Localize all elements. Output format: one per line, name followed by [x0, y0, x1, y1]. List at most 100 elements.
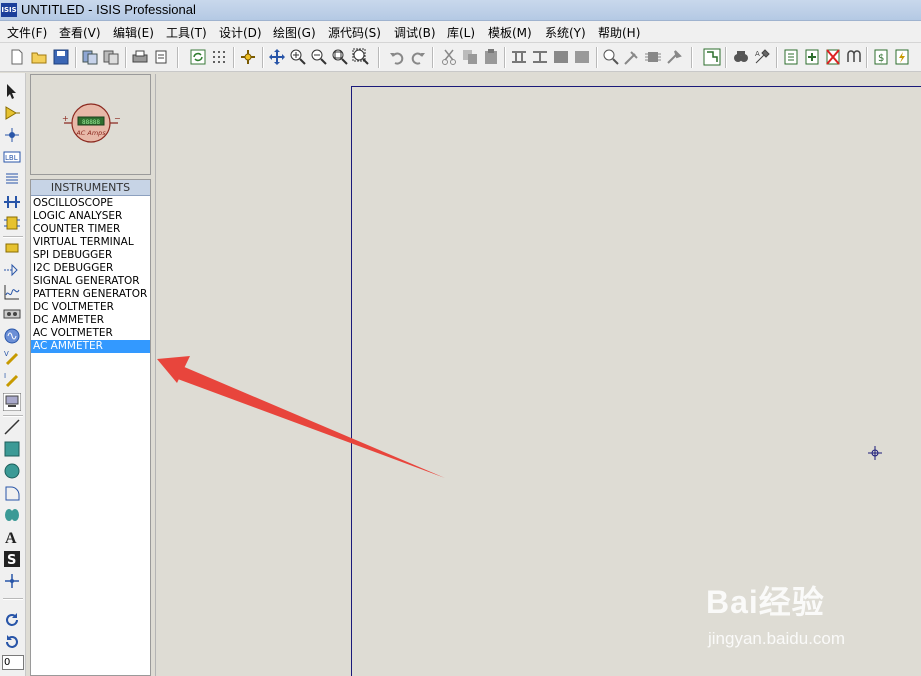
list-item-selected[interactable]: AC AMMETER	[31, 340, 150, 353]
svg-text:A: A	[755, 50, 760, 58]
voltage-probe-icon[interactable]: V	[3, 349, 21, 367]
add-sheet-icon[interactable]	[803, 48, 821, 66]
instrument-list: OSCILLOSCOPE LOGIC ANALYSER COUNTER TIME…	[31, 196, 150, 353]
menu-file[interactable]: 文件(F)	[7, 24, 47, 41]
menu-tools[interactable]: 工具(T)	[166, 24, 207, 41]
path-tool-icon[interactable]	[3, 506, 21, 524]
separator	[3, 415, 23, 417]
text-tool-icon[interactable]: A	[3, 528, 21, 546]
open-folder-icon[interactable]	[30, 48, 48, 66]
copy-icon[interactable]	[461, 48, 479, 66]
rotate-anticlockwise-icon[interactable]	[3, 633, 21, 651]
block-delete-icon[interactable]	[573, 48, 591, 66]
box-tool-icon[interactable]	[3, 440, 21, 458]
block-copy-icon[interactable]	[510, 48, 528, 66]
list-item[interactable]: PATTERN GENERATOR	[31, 288, 150, 301]
refresh-icon[interactable]	[189, 48, 207, 66]
menu-debug[interactable]: 调试(B)	[394, 24, 436, 41]
terminals-mode-icon[interactable]	[3, 239, 21, 257]
new-file-icon[interactable]	[8, 48, 26, 66]
minus-terminal-icon: −	[114, 114, 121, 123]
svg-text:LBL: LBL	[5, 154, 18, 162]
symbol-tool-icon[interactable]: S	[3, 550, 21, 568]
zoom-in-icon[interactable]	[289, 48, 307, 66]
text-script-icon[interactable]	[3, 170, 21, 188]
paste-icon[interactable]	[482, 48, 500, 66]
ac-ammeter-preview-symbol: 88888 AC Amps + −	[62, 103, 121, 143]
list-item[interactable]: COUNTER TIMER	[31, 223, 150, 236]
list-item[interactable]: DC AMMETER	[31, 314, 150, 327]
menu-library[interactable]: 库(L)	[447, 24, 475, 41]
zoom-out-icon[interactable]	[310, 48, 328, 66]
menu-source[interactable]: 源代码(S)	[328, 24, 381, 41]
save-icon[interactable]	[52, 48, 70, 66]
selection-mode-icon[interactable]	[3, 82, 21, 100]
cut-icon[interactable]	[440, 48, 458, 66]
separator	[866, 47, 868, 68]
undo-icon[interactable]	[388, 48, 406, 66]
rotation-angle-field[interactable]: 0	[2, 655, 24, 670]
electrical-rule-check-icon[interactable]	[893, 48, 911, 66]
generator-mode-icon[interactable]	[3, 327, 21, 345]
device-pins-icon[interactable]	[3, 261, 21, 279]
decompose-icon[interactable]	[665, 48, 683, 66]
package-tool-icon[interactable]	[644, 48, 662, 66]
wire-autorouter-icon[interactable]	[703, 48, 721, 66]
menu-design[interactable]: 设计(D)	[219, 24, 262, 41]
bus-icon[interactable]	[3, 192, 21, 210]
origin-icon[interactable]	[239, 48, 257, 66]
junction-dot-icon[interactable]	[3, 126, 21, 144]
zoom-all-icon[interactable]	[331, 48, 349, 66]
print-icon[interactable]	[131, 48, 149, 66]
component-mode-icon[interactable]	[3, 104, 21, 122]
redo-icon[interactable]	[409, 48, 427, 66]
graph-mode-icon[interactable]	[3, 283, 21, 301]
pan-icon[interactable]	[268, 48, 286, 66]
list-item[interactable]: VIRTUAL TERMINAL	[31, 236, 150, 249]
search-tag-icon[interactable]	[732, 48, 750, 66]
list-item[interactable]: AC VOLTMETER	[31, 327, 150, 340]
line-tool-icon[interactable]	[3, 418, 21, 436]
make-device-icon[interactable]	[623, 48, 641, 66]
export-icon[interactable]	[102, 48, 120, 66]
print-area-icon[interactable]	[152, 48, 170, 66]
menu-template[interactable]: 模板(M)	[488, 24, 532, 41]
rotate-clockwise-icon[interactable]	[3, 611, 21, 629]
property-tool-icon[interactable]: A	[753, 48, 771, 66]
list-item[interactable]: OSCILLOSCOPE	[31, 197, 150, 210]
list-item[interactable]: SIGNAL GENERATOR	[31, 275, 150, 288]
list-item[interactable]: SPI DEBUGGER	[31, 249, 150, 262]
pick-device-icon[interactable]	[602, 48, 620, 66]
list-item[interactable]: LOGIC ANALYSER	[31, 210, 150, 223]
bill-of-materials-icon[interactable]: $	[872, 48, 890, 66]
zoom-area-icon[interactable]	[352, 48, 370, 66]
marker-tool-icon[interactable]	[3, 572, 21, 590]
mode-toolbar: LBL V I A S	[0, 73, 26, 676]
menu-edit[interactable]: 编辑(E)	[113, 24, 154, 41]
list-item[interactable]: DC VOLTMETER	[31, 301, 150, 314]
svg-text:I: I	[4, 372, 6, 380]
wire-label-icon[interactable]: LBL	[3, 148, 21, 166]
import-icon[interactable]	[81, 48, 99, 66]
block-move-icon[interactable]	[531, 48, 549, 66]
menu-graph[interactable]: 绘图(G)	[273, 24, 316, 41]
new-sheet-icon[interactable]	[782, 48, 800, 66]
overview-preview[interactable]: 88888 AC Amps + −	[30, 74, 151, 175]
list-item[interactable]: I2C DEBUGGER	[31, 262, 150, 275]
menu-view[interactable]: 查看(V)	[59, 24, 101, 41]
separator	[432, 47, 434, 68]
goto-sheet-icon[interactable]	[845, 48, 863, 66]
svg-text:A: A	[5, 530, 17, 546]
arc-tool-icon[interactable]	[3, 484, 21, 502]
watermark-logo: Bai经验	[706, 584, 825, 620]
block-rotate-icon[interactable]	[552, 48, 570, 66]
grid-icon[interactable]	[210, 48, 228, 66]
current-probe-icon[interactable]: I	[3, 371, 21, 389]
circle-tool-icon[interactable]	[3, 462, 21, 480]
menu-system[interactable]: 系统(Y)	[545, 24, 586, 41]
virtual-instruments-icon[interactable]	[3, 393, 21, 411]
subcircuit-icon[interactable]	[3, 214, 21, 232]
menu-help[interactable]: 帮助(H)	[598, 24, 640, 41]
remove-sheet-icon[interactable]	[824, 48, 842, 66]
tape-recorder-icon[interactable]	[3, 305, 21, 323]
